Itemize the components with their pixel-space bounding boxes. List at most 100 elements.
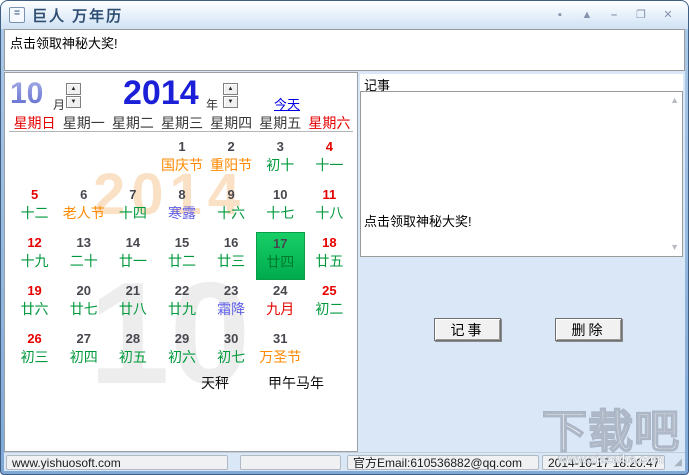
notes-content: 点击领取神秘大奖! [364,214,472,229]
day-cell-empty [305,328,354,376]
tray-button[interactable]: ▪ [554,8,566,22]
day-lunar-text: 十九 [20,253,49,269]
day-cell-empty [108,136,157,184]
day-cell-2[interactable]: 2 重阳节 [207,136,256,184]
day-lunar-text: 初二 [315,301,344,317]
day-cell-9[interactable]: 9 十六 [207,184,256,232]
day-lunar-text: 初四 [69,349,98,365]
day-number: 1 [178,139,186,154]
app-icon: = [9,7,25,23]
banner-message-box[interactable]: 点击领取神秘大奖! [4,29,685,71]
day-cell-30[interactable]: 30 初七 [207,328,256,376]
day-number: 21 [125,283,141,298]
month-spinner-down-button[interactable]: ▼ [66,96,81,108]
day-lunar-text: 初三 [20,349,49,365]
day-cell-23[interactable]: 23 霜降 [207,280,256,328]
day-cell-11[interactable]: 11 十八 [305,184,354,232]
title-bar[interactable]: = 巨人 万年历 ▪ ▲ – ❐ ✕ [1,1,688,29]
day-cell-26[interactable]: 26 初三 [10,328,59,376]
day-cell-12[interactable]: 12 十九 [10,232,59,280]
day-number: 5 [30,187,39,202]
year-spinner-up-button[interactable]: ▲ [223,83,238,95]
month-spinner-up-button[interactable]: ▲ [66,83,81,95]
day-lunar-text: 二十 [69,253,98,269]
day-number: 19 [27,283,42,298]
day-number: 16 [223,235,239,250]
day-number: 11 [322,187,337,202]
day-lunar-text: 重阳节 [210,157,253,173]
day-cell-1[interactable]: 1 国庆节 [157,136,206,184]
notes-textarea[interactable]: 点击领取神秘大奖! ▲ ▼ [360,91,683,257]
day-cell-13[interactable]: 13 二十 [59,232,108,280]
day-cell-28[interactable]: 28 初五 [108,328,157,376]
weekday-header-5: 星期五 [259,115,302,131]
day-number: 7 [129,187,137,202]
day-lunar-text: 霜降 [217,301,246,317]
day-number: 14 [125,235,141,250]
note-button[interactable]: 记事 [434,318,501,341]
day-cell-20[interactable]: 20 廿七 [59,280,108,328]
scroll-down-icon[interactable]: ▼ [670,243,679,252]
weekday-header-6: 星期六 [308,115,351,131]
lunar-year-name: 甲午马年 [268,375,324,391]
delete-button[interactable]: 删除 [555,318,622,341]
maximize-button[interactable]: ❐ [635,8,647,22]
today-link[interactable]: 今天 [274,94,300,113]
client-area: 点击领取神秘大奖! 10 月 ▲ ▼ 2014 年 ▲ ▼ 今天 2014 10… [4,29,685,471]
day-cell-16[interactable]: 16 廿三 [207,232,256,280]
resize-grip[interactable]: ◢ [674,457,682,469]
day-cell-24[interactable]: 24 九月 [256,280,305,328]
day-cell-18[interactable]: 18 廿五 [305,232,354,280]
notes-label: 记事 [360,74,683,93]
day-number: 3 [276,139,284,154]
day-number: 28 [125,331,141,346]
scroll-up-icon[interactable]: ▲ [670,96,679,105]
day-lunar-text: 廿九 [167,301,196,317]
day-cell-8[interactable]: 8 寒露 [157,184,206,232]
day-cell-21[interactable]: 21 廿八 [108,280,157,328]
status-bar: ◢ www.yishuosoft.com 官方Email:610536882@qq… [4,452,685,471]
day-number: 20 [76,283,91,298]
header-divider [9,131,353,132]
status-segment-datetime: 2014-10-17 18:20:47 [542,455,665,470]
day-lunar-text: 十八 [315,205,344,221]
year-number: 2014 [123,74,199,112]
month-spinner: ▲ ▼ [66,83,82,109]
day-lunar-text: 万圣节 [259,349,302,365]
day-number: 23 [223,283,239,298]
day-lunar-text: 廿三 [217,253,246,269]
day-cell-15[interactable]: 15 廿二 [157,232,206,280]
day-lunar-text: 廿四 [266,254,295,270]
minimize-button[interactable]: – [608,8,620,22]
day-lunar-text: 国庆节 [160,157,203,173]
day-number: 18 [322,235,337,250]
day-cell-29[interactable]: 29 初六 [157,328,206,376]
day-cell-7[interactable]: 7 十四 [108,184,157,232]
day-cell-4[interactable]: 4 十一 [305,136,354,184]
rollup-button[interactable]: ▲ [581,8,593,22]
day-lunar-text: 廿一 [118,253,147,269]
day-number: 27 [76,331,91,346]
day-cell-27[interactable]: 27 初四 [59,328,108,376]
calendar-grid: 1 国庆节 2 重阳节 3 初十 4 十一 5 十二 6 老人节 7 十四 8 寒露 9 十六 10 十七 11 十八 12… [10,136,354,376]
day-number: 24 [273,283,288,298]
day-cell-3[interactable]: 3 初十 [256,136,305,184]
day-cell-19[interactable]: 19 廿六 [10,280,59,328]
weekday-header-2: 星期二 [111,115,154,131]
day-cell-14[interactable]: 14 廿一 [108,232,157,280]
weekday-header-4: 星期四 [210,115,253,131]
day-cell-25[interactable]: 25 初二 [305,280,354,328]
day-lunar-text: 十七 [266,205,295,221]
day-cell-empty [10,136,59,184]
day-cell-31[interactable]: 31 万圣节 [256,328,305,376]
close-button[interactable]: ✕ [662,8,674,22]
day-number: 2 [227,139,235,154]
day-cell-17[interactable]: 17 廿四 [255,232,305,280]
day-number: 22 [174,283,190,298]
day-cell-22[interactable]: 22 廿九 [157,280,206,328]
year-spinner-down-button[interactable]: ▼ [223,96,238,108]
day-cell-6[interactable]: 6 老人节 [59,184,108,232]
day-cell-5[interactable]: 5 十二 [10,184,59,232]
day-number: 4 [325,139,334,154]
day-cell-10[interactable]: 10 十七 [256,184,305,232]
